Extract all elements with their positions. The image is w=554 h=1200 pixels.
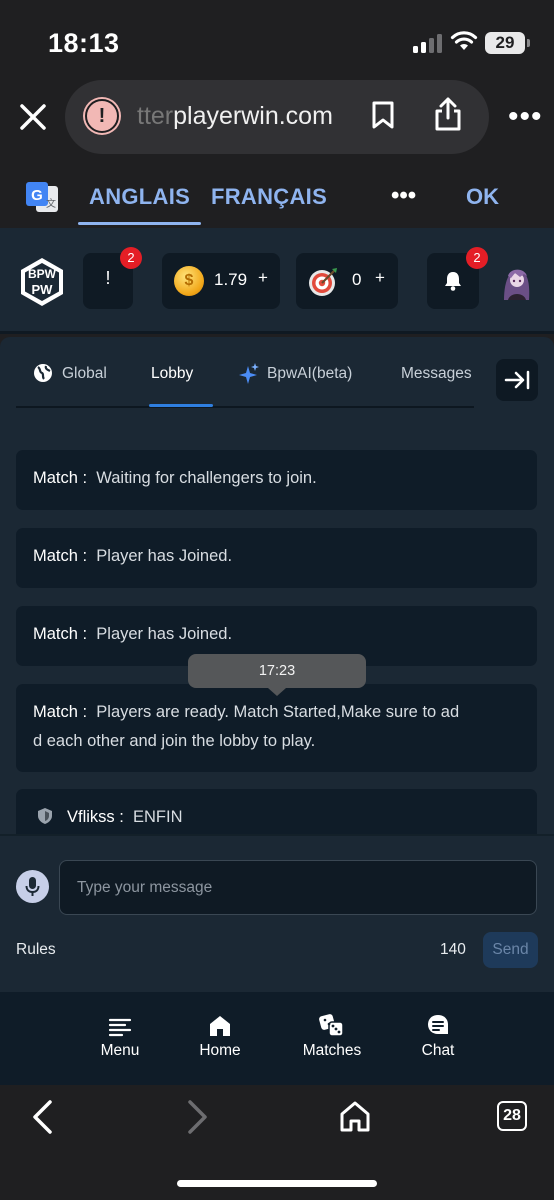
list-item: Match : Players are ready. Match Started… (16, 684, 537, 772)
coin-icon (174, 266, 204, 296)
chat-icon (428, 1015, 448, 1034)
svg-text:文: 文 (46, 197, 56, 210)
site-header: BPW PW ! 2 1.79 + 0 + (0, 228, 554, 334)
translate-bar: G 文 ANGLAIS FRANÇAIS ••• OK (0, 160, 554, 228)
alerts-button[interactable]: ! 2 (83, 247, 142, 309)
message-sender: Vflikss : (67, 808, 124, 826)
nav-chat[interactable]: Chat (418, 1012, 458, 1060)
nav-home[interactable]: Home (196, 1012, 244, 1060)
more-options-icon[interactable]: ••• (508, 102, 543, 132)
tabs-button[interactable]: 28 (497, 1101, 527, 1131)
target-button[interactable]: 0 + (296, 253, 398, 309)
status-bar: 18:13 29 (0, 0, 554, 80)
sparkle-icon (239, 363, 259, 384)
address-bar[interactable]: ! tterplayerwin.com (65, 80, 489, 154)
tab-lang-source[interactable]: ANGLAIS (89, 184, 190, 210)
svg-text:G: G (31, 187, 43, 204)
browser-toolbar: 28 (0, 1085, 554, 1200)
forward-arrow-icon[interactable] (186, 1099, 210, 1135)
active-tab-indicator (149, 404, 213, 407)
home-indicator (177, 1180, 377, 1187)
close-icon[interactable] (18, 102, 48, 132)
user-rank-icon (38, 808, 52, 824)
microphone-icon (25, 877, 40, 896)
nav-matches[interactable]: Matches (298, 1012, 366, 1060)
message-sender: Match : (33, 469, 88, 487)
chat-tabs: Global Lobby BpwAI(beta) Messages (0, 337, 554, 429)
message-text-continued: d each other and join the lobby to play. (33, 732, 316, 750)
add-target-icon[interactable]: + (375, 268, 385, 288)
list-item: Match : Waiting for challengers to join. (16, 450, 537, 510)
message-text: Player has Joined. (96, 625, 233, 643)
nav-chat-label: Chat (421, 1042, 455, 1059)
list-item: Vflikss : ENFIN (16, 789, 537, 834)
add-coins-icon[interactable]: + (258, 268, 268, 288)
globe-icon (34, 364, 52, 382)
notifications-badge: 2 (466, 247, 488, 269)
collapse-chat-button[interactable] (496, 359, 538, 401)
share-icon[interactable] (433, 96, 463, 132)
message-text: ENFIN (133, 808, 183, 826)
timestamp-tooltip: 17:23 (188, 654, 366, 696)
nav-menu[interactable]: Menu (97, 1012, 143, 1060)
google-translate-icon: G 文 (26, 182, 58, 212)
bell-icon (445, 272, 461, 291)
message-text: Players are ready. Match Started,Make su… (96, 703, 460, 721)
message-sender: Match : (33, 625, 88, 643)
cellular-signal-icon (413, 33, 443, 53)
message-input[interactable] (59, 860, 537, 915)
active-lang-indicator (78, 222, 201, 225)
coins-button[interactable]: 1.79 + (162, 253, 280, 309)
tab-lobby[interactable]: Lobby (151, 365, 193, 383)
alerts-badge: 2 (120, 247, 142, 269)
status-time: 18:13 (48, 28, 120, 58)
message-sender: Match : (33, 703, 88, 721)
translate-ok-button[interactable]: OK (466, 184, 499, 210)
back-arrow-icon[interactable] (30, 1099, 54, 1135)
home-icon[interactable] (338, 1099, 372, 1133)
menu-icon (108, 1018, 132, 1037)
coins-value: 1.79 (214, 270, 248, 289)
rules-link[interactable]: Rules (16, 941, 56, 959)
arrow-right-to-bar-icon (504, 370, 530, 390)
nav-matches-label: Matches (302, 1042, 362, 1059)
char-count: 140 (440, 941, 466, 958)
message-sender: Match : (33, 547, 88, 565)
user-avatar[interactable] (496, 262, 536, 304)
page: 18:13 29 ! tterplayerwin.com ••• G 文 ANG… (0, 0, 554, 1200)
target-icon (309, 268, 337, 296)
message-text: Player has Joined. (96, 547, 233, 565)
nav-home-label: Home (199, 1042, 241, 1059)
tab-messages[interactable]: Messages (401, 365, 472, 383)
message-composer: Rules 140 Send (0, 834, 554, 992)
tabs-divider (16, 406, 474, 408)
wifi-icon (450, 31, 478, 50)
browser-address-row: ! tterplayerwin.com ••• (0, 80, 554, 160)
url-text[interactable]: tterplayerwin.com (137, 102, 333, 131)
tab-bpwai[interactable]: BpwAI(beta) (267, 365, 352, 383)
nav-menu-label: Menu (100, 1042, 140, 1059)
target-value: 0 (352, 270, 362, 289)
bpw-logo[interactable]: BPW PW (18, 256, 66, 308)
battery-indicator: 29 (485, 32, 530, 54)
svg-text:BPW: BPW (28, 267, 57, 281)
bottom-nav: Menu Home Matches Chat (0, 992, 554, 1085)
dice-icon (319, 1014, 344, 1037)
list-item: Match : Player has Joined. (16, 528, 537, 588)
tab-global[interactable]: Global (62, 365, 107, 383)
insecure-warning-icon[interactable]: ! (85, 99, 119, 133)
tab-lang-target[interactable]: FRANÇAIS (211, 184, 327, 210)
microphone-button[interactable] (16, 870, 49, 903)
notifications-button[interactable]: 2 (427, 247, 488, 309)
alert-label: ! (105, 268, 111, 288)
bookmark-icon[interactable] (370, 100, 396, 130)
message-text: Waiting for challengers to join. (96, 469, 317, 487)
svg-text:PW: PW (32, 282, 54, 297)
chat-messages[interactable]: Match : Waiting for challengers to join.… (0, 429, 554, 834)
home-icon (210, 1016, 230, 1036)
send-button[interactable]: Send (483, 932, 538, 968)
translate-more-button[interactable]: ••• (391, 182, 416, 210)
